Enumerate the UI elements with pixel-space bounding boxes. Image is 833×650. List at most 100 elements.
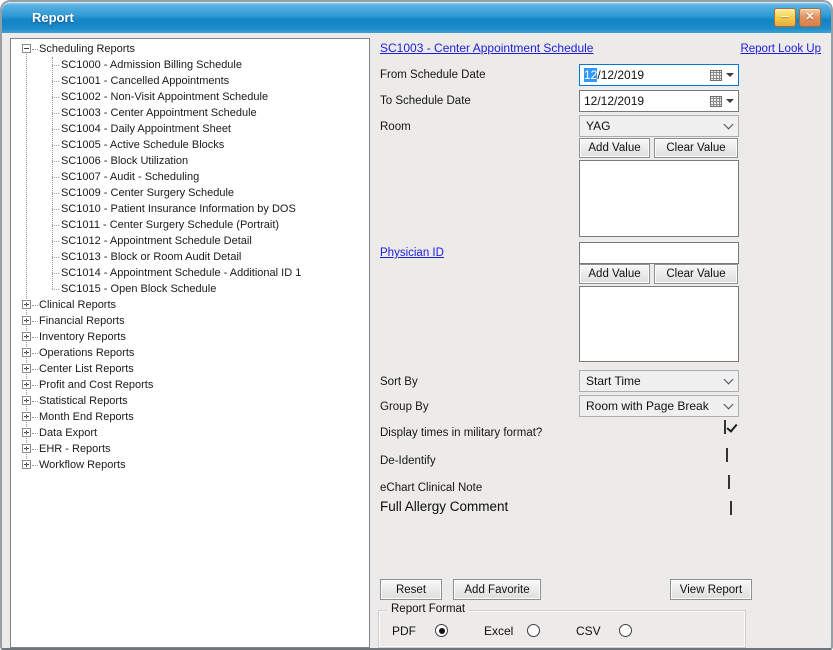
tree-connector	[32, 49, 38, 50]
group-by-select[interactable]: Room with Page Break	[579, 395, 739, 417]
tree-connector	[32, 433, 38, 434]
full-allergy-checkbox[interactable]	[730, 501, 732, 515]
tree-item[interactable]: SC1013 - Block or Room Audit Detail	[11, 249, 367, 265]
tree-item[interactable]: Scheduling Reports	[11, 41, 367, 57]
tree-item-label: SC1012 - Appointment Schedule Detail	[61, 233, 252, 249]
report-tree[interactable]: Scheduling ReportsSC1000 - Admission Bil…	[10, 38, 370, 648]
from-date-input[interactable]: 12/12/2019	[579, 64, 739, 86]
physician-add-value-button[interactable]: Add Value	[579, 264, 650, 284]
add-favorite-button[interactable]: Add Favorite	[453, 579, 541, 600]
tree-item[interactable]: SC1007 - Audit - Scheduling	[11, 169, 367, 185]
tree-connector	[32, 337, 38, 338]
report-format-option: Excel	[484, 624, 554, 638]
tree-item[interactable]: Workflow Reports	[11, 457, 367, 473]
group-by-label: Group By	[380, 401, 429, 413]
report-format-label: Report Format	[387, 603, 469, 615]
tree-item[interactable]: SC1006 - Block Utilization	[11, 153, 367, 169]
military-format-checkbox[interactable]	[724, 420, 726, 434]
report-window: Report ─ ✕ Scheduling ReportsSC1000 - Ad…	[0, 0, 833, 650]
tree-item-label: SC1013 - Block or Room Audit Detail	[61, 249, 241, 265]
minimize-button[interactable]: ─	[774, 8, 796, 27]
tree-item[interactable]: Center List Reports	[11, 361, 367, 377]
physician-clear-value-button[interactable]: Clear Value	[654, 264, 738, 284]
tree-item-label: Profit and Cost Reports	[39, 377, 153, 393]
close-icon: ✕	[805, 12, 814, 23]
chevron-down-icon	[724, 399, 734, 409]
from-date-label: From Schedule Date	[380, 69, 485, 81]
calendar-icon[interactable]	[710, 70, 722, 81]
tree-connector	[32, 305, 38, 306]
tree-connector	[52, 193, 59, 194]
tree-item[interactable]: Clinical Reports	[11, 297, 367, 313]
to-date-input[interactable]: 12/12/2019	[579, 90, 739, 112]
tree-item-label: Operations Reports	[39, 345, 134, 361]
dropdown-arrow-icon[interactable]	[726, 99, 734, 103]
tree-item[interactable]: SC1002 - Non-Visit Appointment Schedule	[11, 89, 367, 105]
calendar-icon[interactable]	[710, 96, 722, 107]
tree-item[interactable]: EHR - Reports	[11, 441, 367, 457]
radio-button-pdf[interactable]	[435, 624, 448, 637]
sort-by-value: Start Time	[586, 374, 725, 388]
room-clear-value-button[interactable]: Clear Value	[654, 138, 738, 158]
tree-item[interactable]: SC1005 - Active Schedule Blocks	[11, 137, 367, 153]
tree-item[interactable]: SC1010 - Patient Insurance Information b…	[11, 201, 367, 217]
dropdown-arrow-icon[interactable]	[726, 73, 734, 77]
de-identify-label: De-Identify	[380, 455, 436, 467]
radio-button-csv[interactable]	[619, 624, 632, 637]
tree-item[interactable]: SC1000 - Admission Billing Schedule	[11, 57, 367, 73]
tree-item-label: SC1015 - Open Block Schedule	[61, 281, 216, 297]
tree-connector	[52, 177, 59, 178]
tree-item[interactable]: SC1009 - Center Surgery Schedule	[11, 185, 367, 201]
tree-connector	[52, 145, 59, 146]
tree-connector	[32, 465, 38, 466]
tree-connector-line	[26, 54, 27, 465]
tree-item-label: SC1006 - Block Utilization	[61, 153, 188, 169]
tree-item[interactable]: Operations Reports	[11, 345, 367, 361]
titlebar: Report ─ ✕	[2, 2, 831, 33]
physician-id-input[interactable]	[579, 242, 739, 264]
room-select[interactable]: YAG	[579, 115, 739, 137]
close-button[interactable]: ✕	[799, 8, 821, 27]
tree-item[interactable]: Financial Reports	[11, 313, 367, 329]
tree-item[interactable]: SC1001 - Cancelled Appointments	[11, 73, 367, 89]
group-by-value: Room with Page Break	[586, 399, 725, 413]
minus-icon[interactable]	[22, 44, 31, 53]
de-identify-checkbox[interactable]	[726, 448, 728, 462]
tree-item-label: SC1004 - Daily Appointment Sheet	[61, 121, 231, 137]
tree-item[interactable]: SC1011 - Center Surgery Schedule (Portra…	[11, 217, 367, 233]
sort-by-select[interactable]: Start Time	[579, 370, 739, 392]
tree-item-label: SC1003 - Center Appointment Schedule	[61, 105, 257, 121]
report-title-link[interactable]: SC1003 - Center Appointment Schedule	[380, 41, 593, 55]
tree-item-label: SC1001 - Cancelled Appointments	[61, 73, 229, 89]
tree-connector	[32, 417, 38, 418]
tree-item[interactable]: Inventory Reports	[11, 329, 367, 345]
echart-note-label: eChart Clinical Note	[380, 482, 482, 494]
physician-id-link[interactable]: Physician ID	[380, 247, 444, 259]
tree-item[interactable]: SC1014 - Appointment Schedule - Addition…	[11, 265, 367, 281]
tree-item[interactable]: SC1015 - Open Block Schedule	[11, 281, 367, 297]
tree-item-label: Statistical Reports	[39, 393, 128, 409]
tree-item-label: Financial Reports	[39, 313, 125, 329]
tree-connector	[52, 129, 59, 130]
tree-item[interactable]: SC1004 - Daily Appointment Sheet	[11, 121, 367, 137]
tree-item-label: Center List Reports	[39, 361, 134, 377]
room-add-value-button[interactable]: Add Value	[579, 138, 650, 158]
reset-button[interactable]: Reset	[380, 579, 442, 600]
tree-item[interactable]: SC1003 - Center Appointment Schedule	[11, 105, 367, 121]
report-lookup-link[interactable]: Report Look Up	[740, 43, 821, 55]
view-report-button[interactable]: View Report	[670, 579, 752, 600]
physician-value-list[interactable]	[579, 286, 739, 362]
tree-item[interactable]: Month End Reports	[11, 409, 367, 425]
radio-button-excel[interactable]	[527, 624, 540, 637]
minimize-icon: ─	[781, 12, 789, 23]
tree-item[interactable]: Statistical Reports	[11, 393, 367, 409]
window-title: Report	[32, 2, 74, 33]
tree-connector	[52, 161, 59, 162]
tree-item[interactable]: Profit and Cost Reports	[11, 377, 367, 393]
tree-item[interactable]: Data Export	[11, 425, 367, 441]
echart-note-checkbox[interactable]	[728, 475, 730, 489]
report-format-group: Report Format PDFExcelCSV	[378, 610, 746, 648]
room-value-list[interactable]	[579, 160, 739, 237]
tree-item-label: SC1011 - Center Surgery Schedule (Portra…	[61, 217, 279, 233]
tree-item[interactable]: SC1012 - Appointment Schedule Detail	[11, 233, 367, 249]
